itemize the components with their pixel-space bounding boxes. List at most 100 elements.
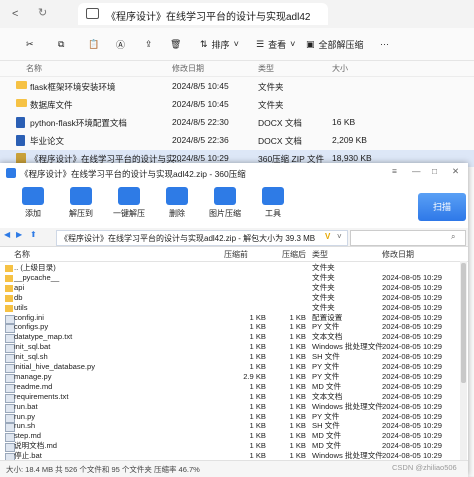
zip-row[interactable]: run.bat 1 KB 1 KB Windows 批处理文件 2024-08-05 1…	[0, 402, 460, 413]
explorer-cell-size: 18,930 KB	[332, 153, 372, 163]
zip-cell-type: SH 文件	[312, 352, 340, 362]
zip-cell-type: 配置设置	[312, 312, 343, 322]
explorer-row[interactable]: 毕业论文 2024/8/5 22:36 DOCX 文档 2,209 KB	[0, 132, 474, 149]
menu-icon[interactable]: ≡	[392, 166, 397, 176]
one-click-extract-button[interactable]: 一键解压	[110, 187, 148, 219]
zip-row[interactable]: __pycache__ 文件夹 2024-08-05 10:29	[0, 273, 460, 283]
zip-row[interactable]: .. (上级目录) 文件夹	[0, 263, 460, 273]
zip-cell-type: SH 文件	[312, 421, 340, 431]
one-click-extract-label: 一键解压	[113, 209, 145, 218]
rename-button[interactable]: Ⓐ	[116, 34, 125, 54]
column-name[interactable]: 名称	[26, 63, 42, 74]
zip-cell-type: MD 文件	[312, 431, 342, 441]
maximize-icon[interactable]: □	[432, 166, 437, 176]
zip-column-date[interactable]: 修改日期	[382, 249, 414, 260]
zip-cell-after: 1 KB	[289, 411, 306, 421]
zip-row[interactable]: readme.md 1 KB 1 KB MD 文件 2024-08-05 10:29	[0, 382, 460, 393]
minimize-icon[interactable]: —	[412, 166, 421, 176]
share-button[interactable]: ⇪	[145, 34, 153, 54]
zip-cell-name: run.sh	[14, 421, 36, 431]
scrollbar-thumb[interactable]	[461, 263, 466, 383]
column-size[interactable]: 大小	[332, 63, 348, 74]
explorer-tab[interactable]: 《程序设计》在线学习平台的设计与实现adl42	[78, 3, 328, 25]
refresh-icon[interactable]: ↻	[38, 6, 52, 20]
explorer-row[interactable]: python-flask环境配置文档 2024/8/5 22:30 DOCX 文档 1…	[0, 114, 474, 131]
view-button[interactable]: ☰ 查看 ˅	[256, 34, 295, 54]
zip-row[interactable]: db 文件夹 2024-08-05 10:29	[0, 293, 460, 303]
copy-button[interactable]: ⧉	[58, 34, 64, 54]
forward-icon[interactable]: ▶	[16, 230, 22, 239]
back-icon[interactable]: ◀	[4, 230, 10, 239]
zip-cell-compressed: 1 KB	[249, 391, 266, 401]
zip-row[interactable]: step.md 1 KB 1 KB MD 文件 2024-08-05 10:29	[0, 431, 460, 443]
zip-column-name[interactable]: 名称	[14, 249, 30, 260]
zip-row[interactable]: run.py 1 KB 1 KB PY 文件 2024-08-05 10:29	[0, 411, 460, 423]
zip-row[interactable]: datatype_map.txt 1 KB 1 KB 文本文档 2024-08-05 1…	[0, 332, 460, 344]
add-label: 添加	[25, 209, 41, 218]
zip-cell-compressed: 1 KB	[249, 312, 266, 322]
view-label: 查看	[268, 39, 287, 50]
extract-to-button[interactable]: 解压到	[62, 187, 100, 219]
monitor-icon	[86, 8, 99, 19]
explorer-row[interactable]: flask框架环境安装环境 2024/8/5 10:45 文件夹	[0, 78, 474, 95]
zip-cell-after: 1 KB	[289, 312, 306, 322]
zip-row[interactable]: config.ini 1 KB 1 KB 配置设置 2024-08-05 10:29	[0, 312, 460, 324]
back-arrow-icon[interactable]: <	[12, 8, 18, 20]
zip-cell-name: __pycache__	[14, 272, 60, 282]
close-icon[interactable]: ✕	[452, 166, 459, 177]
column-type[interactable]: 类型	[258, 63, 274, 74]
scan-button[interactable]: 扫描	[418, 193, 466, 221]
extract-all-button[interactable]: ▣ 全部解压缩	[306, 34, 364, 54]
more-button[interactable]: ···	[380, 34, 389, 54]
up-folder-icon[interactable]: ⬆	[30, 230, 37, 239]
explorer-cell-name: 数据库文件	[30, 100, 73, 110]
zip-column-before[interactable]: 压缩前	[224, 249, 248, 260]
dropdown-icon[interactable]: ˅	[337, 232, 342, 241]
zip-titlebar: 《程序设计》在线学习平台的设计与实现adl42.zip - 360压缩 ≡ — …	[0, 163, 468, 183]
zip-cell-name: requirements.txt	[14, 391, 69, 401]
zip-cell-after: 1 KB	[289, 342, 306, 352]
zip-row[interactable]: manage.py 2.9 KB 1 KB PY 文件 2024-08-05 10:29	[0, 372, 460, 383]
zip-cell-name: init_sql.sh	[14, 352, 48, 362]
zip-cell-type: 文件夹	[312, 302, 335, 312]
zip-row[interactable]: configs.py 1 KB 1 KB PY 文件 2024-08-05 10:29	[0, 322, 460, 334]
zip-row[interactable]: requirements.txt 1 KB 1 KB 文本文档 2024-08-05 1…	[0, 391, 460, 403]
column-date[interactable]: 修改日期	[172, 63, 204, 74]
address-field[interactable]: 《程序设计》在线学习平台的设计与实现adl42.zip - 解包大小为 39.3…	[56, 230, 348, 246]
add-button[interactable]: 添加	[14, 187, 52, 219]
copy-icon: ⧉	[58, 38, 65, 49]
tools-button[interactable]: 工具	[254, 187, 292, 219]
zip-row[interactable]: init_sql.bat 1 KB 1 KB Windows 批处理文件 2024-08…	[0, 342, 460, 354]
sort-button[interactable]: ⇅ 排序 ˅	[200, 34, 239, 54]
sort-icon: ⇅	[200, 38, 208, 49]
zip-cell-after: 1 KB	[289, 332, 306, 342]
search-input[interactable]: ⌕	[350, 230, 466, 246]
zip-cell-name: config.ini	[14, 312, 44, 322]
delete-button[interactable]: 🗑	[170, 34, 181, 54]
zip-row[interactable]: utils 文件夹 2024-08-05 10:29	[0, 303, 460, 313]
zip-column-after[interactable]: 压缩后	[282, 249, 306, 260]
zip-cell-name: initial_hive_database.py	[14, 362, 96, 371]
extract-to-icon	[70, 187, 92, 205]
explorer-row[interactable]: 数据库文件 2024/8/5 10:45 文件夹	[0, 96, 474, 113]
zip-row[interactable]: init_sql.sh 1 KB 1 KB SH 文件 2024-08-05 10:29	[0, 352, 460, 364]
delete-zip-button[interactable]: 删除	[158, 187, 196, 219]
explorer-cell-type: 文件夹	[258, 100, 284, 110]
zip-row[interactable]: run.sh 1 KB 1 KB SH 文件 2024-08-05 10:29	[0, 421, 460, 433]
cut-button[interactable]: ✂	[26, 34, 34, 54]
zip-column-type[interactable]: 类型	[312, 249, 328, 260]
zip-row[interactable]: 说明文档.md 1 KB 1 KB MD 文件 2024-08-05 10:29	[0, 441, 460, 453]
zip-cell-date: 2024-08-05 10:29	[382, 411, 442, 421]
zip-cell-after: 1 KB	[289, 441, 306, 451]
zip-cell-type: MD 文件	[312, 441, 342, 451]
zip-cell-name: utils	[14, 302, 28, 312]
zip-row[interactable]: api 文件夹 2024-08-05 10:29	[0, 283, 460, 293]
explorer-cell-type: 文件夹	[258, 82, 284, 92]
paste-button[interactable]: 📋	[88, 34, 99, 54]
zip-cell-compressed: 1 KB	[249, 421, 266, 431]
vertical-scrollbar[interactable]	[460, 261, 467, 460]
image-compress-button[interactable]: 图片压缩	[206, 187, 244, 219]
zip-row[interactable]: initial_hive_database.py 1 KB 1 KB PY 文件 202…	[0, 362, 460, 373]
more-label: ···	[380, 39, 389, 49]
address-text: 《程序设计》在线学习平台的设计与实现adl42.zip - 解包大小为 39.3…	[60, 234, 316, 243]
